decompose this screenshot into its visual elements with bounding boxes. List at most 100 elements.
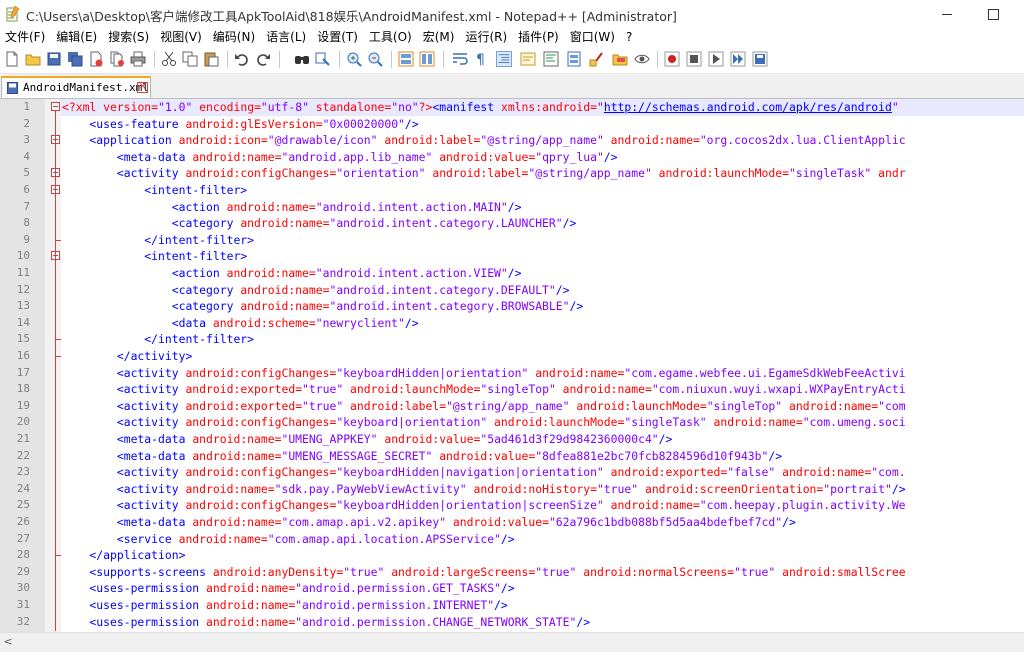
save-all-icon[interactable]	[67, 51, 83, 67]
fold-connector	[55, 111, 56, 631]
playback-icon[interactable]	[708, 51, 724, 67]
close-tab-icon[interactable]: ✕	[137, 82, 148, 93]
code-text: <uses-permission android:name="android.p…	[62, 597, 507, 614]
code-line: 20 <activity android:configChanges = "keyb…	[0, 414, 1024, 431]
indent-guide-icon[interactable]	[496, 51, 512, 67]
code-token: "utf-8"	[260, 100, 309, 114]
code-token: android:glEsVersion	[185, 116, 316, 131]
code-line: 30 <uses-permission android:name="androi…	[0, 580, 1024, 597]
print-icon[interactable]	[130, 51, 146, 67]
menu-run[interactable]: 运行(R)	[460, 28, 513, 47]
menu-language[interactable]: 语言(L)	[261, 28, 312, 47]
sync-vertical-icon[interactable]	[398, 51, 414, 67]
function-list-icon[interactable]	[566, 51, 582, 67]
copy-icon[interactable]	[182, 51, 198, 67]
undo-icon[interactable]	[234, 51, 250, 67]
code-text: </application>	[62, 547, 185, 564]
code-token: <application	[62, 133, 179, 148]
close-all-icon[interactable]	[109, 51, 125, 67]
minimize-icon	[942, 13, 952, 15]
code-line: 21 <meta-data android:name="UMENG_APPKEY…	[0, 431, 1024, 448]
code-token: android:normalScreens	[576, 564, 728, 579]
code-token: version	[103, 100, 152, 114]
open-file-icon[interactable]	[25, 51, 41, 67]
redo-icon[interactable]	[255, 51, 271, 67]
code-token: =	[699, 398, 707, 413]
menu-view[interactable]: 视图(V)	[155, 28, 208, 47]
code-token: "@string/app_name"	[446, 398, 570, 413]
line-number: 1	[23, 100, 30, 113]
code-token: <supports-screens	[62, 564, 213, 579]
menu-plugins[interactable]: 插件(P)	[513, 28, 565, 47]
code-token: <action	[62, 199, 227, 214]
code-token: "UMENG_APPKEY"	[281, 432, 378, 446]
line-number: 14	[16, 315, 30, 329]
code-token: android:anyDensity	[212, 564, 337, 579]
save-icon[interactable]	[46, 51, 62, 67]
new-file-icon[interactable]	[4, 51, 20, 67]
menu-help[interactable]: ?	[621, 28, 638, 47]
code-text: <uses-permission android:name="android.p…	[62, 614, 590, 631]
eye-icon[interactable]	[634, 51, 650, 67]
code-token: android:name	[206, 598, 289, 612]
document-map-icon[interactable]	[543, 51, 559, 67]
stop-recording-icon[interactable]	[686, 51, 702, 67]
code-token: http://schemas.android.com/apk/res/andro…	[603, 100, 892, 114]
code-token: "android.intent.action.MAIN"	[315, 199, 508, 214]
code-editor[interactable]: 1 <?xml version="1.0" encoding="utf-8" st…	[0, 99, 1024, 632]
code-token: "portrait"	[823, 481, 892, 496]
code-text: <action android:name="android.intent.act…	[62, 265, 522, 282]
menu-search[interactable]: 搜索(S)	[103, 28, 155, 47]
start-recording-icon[interactable]	[664, 51, 680, 67]
code-token: <uses-feature	[62, 116, 186, 131]
fold-toggle-icon[interactable]	[51, 102, 60, 111]
paste-icon[interactable]	[203, 51, 219, 67]
tab-androidmanifest[interactable]: AndroidManifest.xml ✕	[1, 76, 151, 98]
line-number: 24	[16, 481, 30, 495]
fold-end-marker	[55, 555, 61, 557]
code-token: <activity	[62, 365, 186, 380]
maximize-button[interactable]	[970, 0, 1016, 28]
code-token: "singleTask"	[788, 166, 872, 181]
save-macro-icon[interactable]	[752, 51, 768, 67]
close-file-icon[interactable]	[88, 51, 104, 67]
word-wrap-icon[interactable]	[452, 51, 468, 67]
menu-macro[interactable]: 宏(M)	[418, 28, 461, 47]
menu-file[interactable]: 文件(F)	[0, 28, 51, 47]
run-macro-multiple-icon[interactable]	[730, 51, 746, 67]
sync-horizontal-icon[interactable]	[419, 51, 435, 67]
menu-tools[interactable]: 工具(O)	[364, 28, 418, 47]
find-icon[interactable]	[294, 51, 310, 67]
code-token: "orientation"	[336, 166, 426, 181]
line-number: 19	[16, 398, 30, 412]
horizontal-scrollbar[interactable]: <	[0, 632, 1024, 652]
zoom-out-icon[interactable]	[367, 51, 383, 67]
code-token: <uses-permission	[62, 614, 207, 629]
code-token: "com.niuxun.wuyi.wxapi.WXPayEntryActi	[651, 382, 906, 397]
code-token: <activity	[62, 481, 186, 496]
code-token: </application>	[62, 548, 186, 563]
user-defined-language-icon[interactable]	[520, 51, 536, 67]
code-token: "true"	[734, 564, 776, 579]
code-line: 27 <service android:name="com.amap.api.l…	[0, 531, 1024, 548]
code-token: <meta-data	[62, 149, 193, 164]
zoom-in-icon[interactable]	[346, 51, 362, 67]
code-token: android:label	[425, 166, 522, 181]
folder-as-workspace-icon[interactable]	[589, 51, 605, 67]
code-text: <activity android:configChanges="keyboar…	[62, 464, 906, 481]
replace-icon[interactable]	[315, 51, 331, 67]
menu-settings[interactable]: 设置(T)	[312, 28, 364, 47]
code-token: "android.intent.action.VIEW"	[315, 266, 508, 280]
menu-window[interactable]: 窗口(W)	[565, 28, 621, 47]
code-token: "org.cocos2dx.lua.ClientApplic	[699, 133, 906, 148]
cut-icon[interactable]	[161, 51, 177, 67]
show-all-characters-icon[interactable]: ¶	[473, 51, 489, 67]
minimize-button[interactable]	[924, 0, 970, 28]
scroll-left-icon[interactable]: <	[2, 636, 14, 648]
menu-encoding[interactable]: 编码(N)	[208, 28, 261, 47]
code-token: "qpry_lua"	[535, 149, 604, 164]
code-token: android:name	[206, 614, 289, 629]
menu-edit[interactable]: 编辑(E)	[51, 28, 103, 47]
code-token: />	[404, 315, 419, 330]
monitoring-icon[interactable]	[612, 51, 628, 67]
